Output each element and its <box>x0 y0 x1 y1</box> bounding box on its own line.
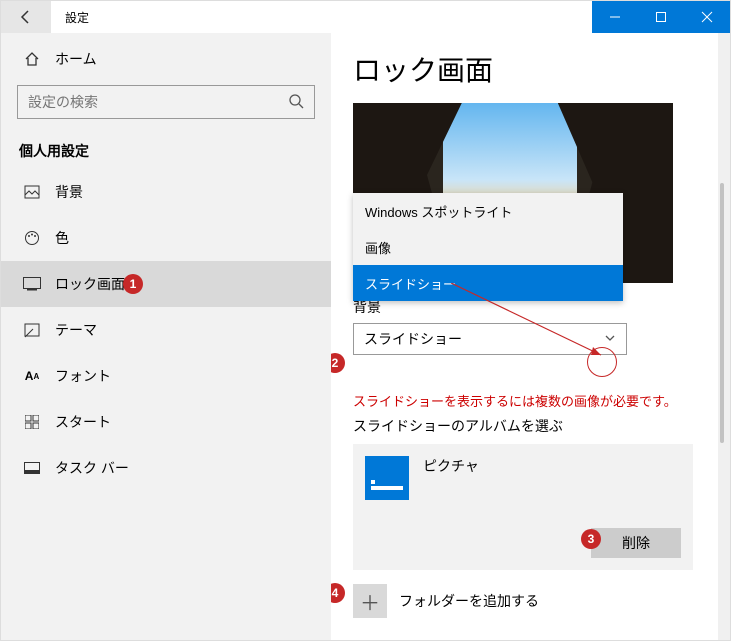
nav-item-taskbar[interactable]: タスク バー <box>1 445 331 491</box>
add-folder-button[interactable]: ＋ <box>353 584 387 618</box>
nav-label: ロック画面 <box>55 274 125 294</box>
home-label: ホーム <box>55 49 97 69</box>
annotation-2: 2 <box>331 353 345 373</box>
search-icon <box>288 93 304 112</box>
taskbar-icon <box>23 462 41 474</box>
vertical-scrollbar[interactable] <box>718 33 730 640</box>
nav-item-color[interactable]: 色 <box>1 215 331 261</box>
close-button[interactable] <box>684 1 730 33</box>
search-input[interactable] <box>28 94 288 110</box>
nav-label: 色 <box>55 228 69 248</box>
annotation-4: 4 <box>331 583 345 603</box>
home-link[interactable]: ホーム <box>1 39 331 79</box>
minimize-button[interactable] <box>592 1 638 33</box>
nav-label: テーマ <box>55 320 97 340</box>
back-button[interactable] <box>1 1 51 33</box>
titlebar: 設定 <box>1 1 730 33</box>
scroll-thumb[interactable] <box>720 183 724 443</box>
add-folder-row: ＋ フォルダーを追加する 4 <box>353 584 696 618</box>
album-name: ピクチャ <box>423 456 479 476</box>
dropdown-option-spotlight[interactable]: Windows スポットライト <box>353 193 623 229</box>
sidebar: ホーム 個人用設定 背景 色 ロック画面 <box>1 33 331 640</box>
settings-window: 設定 ホーム 個人用設定 <box>0 0 731 641</box>
nav-item-background[interactable]: 背景 <box>1 169 331 215</box>
theme-icon <box>23 322 41 338</box>
nav-item-theme[interactable]: テーマ <box>1 307 331 353</box>
nav-item-lockscreen[interactable]: ロック画面 1 <box>1 261 331 307</box>
delete-button[interactable]: 削除 <box>591 528 681 558</box>
album-box: ピクチャ 削除 3 <box>353 444 693 570</box>
add-folder-label: フォルダーを追加する <box>399 591 539 611</box>
start-icon <box>23 415 41 429</box>
folder-thumb-icon <box>365 456 409 500</box>
annotation-3: 3 <box>581 529 601 549</box>
nav-label: タスク バー <box>55 458 129 478</box>
dropdown-option-picture[interactable]: 画像 <box>353 229 623 265</box>
combo-value: スライドショー <box>364 329 462 349</box>
content-area: ロック画面 Windows スポットライト 画像 スライドショー 背景 スライド… <box>331 33 718 640</box>
window-controls <box>592 1 730 33</box>
nav-label: スタート <box>55 412 111 432</box>
nav-item-font[interactable]: AA フォント <box>1 353 331 399</box>
arrow-left-icon <box>18 9 34 25</box>
nav-list: 背景 色 ロック画面 1 テーマ AA フォント <box>1 169 331 491</box>
delete-label: 削除 <box>622 533 650 553</box>
picture-icon <box>23 184 41 200</box>
plus-icon: ＋ <box>360 587 380 616</box>
slideshow-warning: スライドショーを表示するには複数の画像が必要です。 <box>353 391 696 410</box>
category-header: 個人用設定 <box>1 131 331 169</box>
page-title: ロック画面 <box>353 49 696 89</box>
home-icon <box>23 51 41 67</box>
window-title: 設定 <box>51 1 331 33</box>
lockscreen-icon <box>23 277 41 291</box>
font-icon: AA <box>23 369 41 383</box>
nav-label: 背景 <box>55 182 83 202</box>
nav-label: フォント <box>55 366 111 386</box>
search-box[interactable] <box>17 85 315 119</box>
annotation-1: 1 <box>123 274 143 294</box>
nav-item-start[interactable]: スタート <box>1 399 331 445</box>
annotation-arrow <box>451 283 611 363</box>
lockscreen-preview: Windows スポットライト 画像 スライドショー <box>353 103 673 283</box>
album-section-label: スライドショーのアルバムを選ぶ <box>353 416 696 436</box>
palette-icon <box>23 230 41 246</box>
maximize-button[interactable] <box>638 1 684 33</box>
